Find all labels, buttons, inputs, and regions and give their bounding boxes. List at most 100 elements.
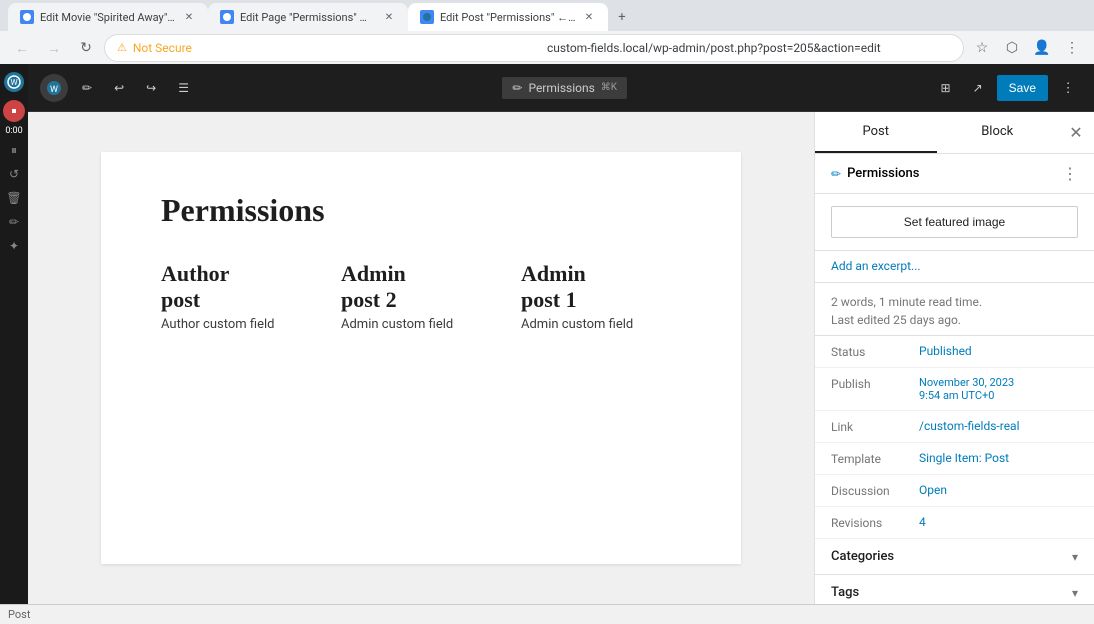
tab1-title: Edit Movie "Spirited Away" ← e...: [40, 11, 176, 24]
tab2-favicon: [220, 10, 234, 24]
col1-heading: Author post: [161, 261, 321, 313]
profile-button[interactable]: 👤: [1028, 34, 1056, 62]
record-button[interactable]: [3, 100, 25, 122]
publish-value[interactable]: November 30, 20239:54 am UTC+0: [919, 376, 1078, 402]
toolbar-actions: ☆ ⬡ 👤 ⋮: [968, 34, 1086, 62]
template-value[interactable]: Single Item: Post: [919, 451, 1078, 465]
reload-button[interactable]: ↻: [72, 34, 100, 62]
discussion-row: Discussion Open: [815, 475, 1094, 507]
page-title: Permissions: [161, 192, 681, 229]
browser-tab-3[interactable]: Edit Post "Permissions" ← e... ✕: [408, 3, 608, 31]
categories-chevron-icon: ▾: [1072, 550, 1078, 564]
redo-button[interactable]: ↪: [138, 74, 164, 102]
link-row: Link /custom-fields-real: [815, 411, 1094, 443]
editor-canvas[interactable]: Permissions Author post Author custom fi…: [28, 112, 814, 604]
browser-tabs: Edit Movie "Spirited Away" ← e... ✕ Edit…: [0, 0, 1094, 31]
tags-section[interactable]: Tags ▾: [815, 575, 1094, 604]
status-value[interactable]: Published: [919, 344, 1078, 358]
edit-pen-icon[interactable]: ✏: [4, 212, 24, 232]
browser-toolbar: ← → ↻ ⚠ Not Secure custom-fields.local/w…: [0, 31, 1094, 64]
col1-heading-line2: post: [161, 287, 200, 312]
template-label: Template: [831, 451, 911, 466]
col3-heading-line2: post 1: [521, 287, 577, 312]
forward-button[interactable]: →: [40, 34, 68, 62]
content-columns: Author post Author custom field Admin po…: [161, 261, 681, 332]
featured-image-section: Set featured image: [815, 194, 1094, 251]
page-tab-label: Permissions: [528, 81, 594, 95]
edit-tools-button[interactable]: ✏: [74, 74, 100, 102]
col3-text: Admin custom field: [521, 317, 681, 332]
browser-tab-1[interactable]: Edit Movie "Spirited Away" ← e... ✕: [8, 3, 208, 31]
tab-block[interactable]: Block: [937, 112, 1059, 153]
status-bar-text: Post: [8, 608, 30, 621]
address-bar[interactable]: ⚠ Not Secure custom-fields.local/wp-admi…: [104, 34, 964, 62]
pause-icon[interactable]: ⏸: [4, 140, 24, 160]
col1-text: Author custom field: [161, 317, 321, 332]
status-bar: Post: [0, 604, 1094, 624]
sidebar-tabs: Post Block ✕: [815, 112, 1094, 154]
col2-heading-line2: post 2: [341, 287, 397, 312]
link-value[interactable]: /custom-fields-real: [919, 419, 1078, 433]
sidebar-close-button[interactable]: ✕: [1058, 112, 1094, 153]
browser-chrome: Edit Movie "Spirited Away" ← e... ✕ Edit…: [0, 0, 1094, 64]
revisions-value[interactable]: 4: [919, 515, 1078, 529]
save-button[interactable]: Save: [997, 75, 1048, 101]
back-button[interactable]: ←: [8, 34, 36, 62]
last-edited-text: Last edited 25 days ago.: [831, 313, 1078, 327]
main-layout: W 0:00 ⏸ ↺ 🗑 ✏ ✦ W ✏ ↩ ↪: [0, 64, 1094, 604]
address-text: custom-fields.local/wp-admin/post.php?po…: [547, 41, 951, 55]
col2-text: Admin custom field: [341, 317, 501, 332]
page-tab-shortcut: ⌘K: [601, 82, 617, 93]
tab1-close[interactable]: ✕: [182, 10, 196, 24]
transform-icon[interactable]: ✦: [4, 236, 24, 256]
tab2-close[interactable]: ✕: [382, 10, 396, 24]
content-col-1: Author post Author custom field: [161, 261, 321, 332]
tab-post[interactable]: Post: [815, 112, 937, 153]
topbar-center: ✏ Permissions ⌘K: [205, 77, 925, 99]
col3-heading: Admin post 1: [521, 261, 681, 313]
topbar-left: W ✏ ↩ ↪ ☰: [40, 74, 197, 102]
view-button[interactable]: ⊞: [933, 74, 959, 102]
add-excerpt-link[interactable]: Add an excerpt...: [831, 259, 921, 273]
page-view-tab[interactable]: ✏ Permissions ⌘K: [502, 77, 627, 99]
revisions-label: Revisions: [831, 515, 911, 530]
details-button[interactable]: ☰: [170, 74, 197, 102]
browser-tab-2[interactable]: Edit Page "Permissions" ← e... ✕: [208, 3, 408, 31]
permissions-more-button[interactable]: ⋮: [1062, 164, 1078, 183]
editor-page: Permissions Author post Author custom fi…: [101, 152, 741, 564]
word-count-section: 2 words, 1 minute read time. Last edited…: [815, 283, 1094, 336]
col1-heading-line1: Author: [161, 261, 229, 286]
set-featured-image-button[interactable]: Set featured image: [831, 206, 1078, 238]
content-col-2: Admin post 2 Admin custom field: [341, 261, 501, 332]
tab3-favicon: [420, 10, 434, 24]
menu-button[interactable]: ⋮: [1058, 34, 1086, 62]
col2-heading-line1: Admin: [341, 261, 406, 286]
tags-chevron-icon: ▾: [1072, 586, 1078, 600]
bookmark-button[interactable]: ☆: [968, 34, 996, 62]
discussion-value[interactable]: Open: [919, 483, 1078, 497]
wp-editor: W ✏ ↩ ↪ ☰ ✏ Permissions ⌘K ⊞ ↗ Save ⋮: [28, 64, 1094, 604]
settings-button[interactable]: ⋮: [1054, 74, 1082, 102]
tab1-favicon: [20, 10, 34, 24]
categories-section[interactable]: Categories ▾: [815, 539, 1094, 575]
undo-button[interactable]: ↩: [106, 74, 132, 102]
editor-content-area: Permissions Author post Author custom fi…: [28, 112, 1094, 604]
svg-text:W: W: [50, 85, 58, 95]
new-tab-button[interactable]: +: [608, 3, 636, 31]
delete-icon[interactable]: 🗑: [4, 188, 24, 208]
word-count-text: 2 words, 1 minute read time.: [831, 295, 1078, 309]
permissions-label: ✏ Permissions: [831, 166, 919, 181]
external-link-button[interactable]: ↗: [965, 74, 991, 102]
wp-admin-logo[interactable]: W: [40, 74, 68, 102]
topbar-right: ⊞ ↗ Save ⋮: [933, 74, 1082, 102]
wp-logo[interactable]: W: [4, 72, 24, 92]
permissions-section-header: ✏ Permissions ⋮: [815, 154, 1094, 194]
record-time: 0:00: [5, 126, 22, 136]
extensions-button[interactable]: ⬡: [998, 34, 1026, 62]
tags-label: Tags: [831, 585, 859, 600]
refresh-icon[interactable]: ↺: [4, 164, 24, 184]
tab3-close[interactable]: ✕: [582, 10, 596, 24]
col2-heading: Admin post 2: [341, 261, 501, 313]
template-row: Template Single Item: Post: [815, 443, 1094, 475]
tab2-title: Edit Page "Permissions" ← e...: [240, 11, 376, 24]
